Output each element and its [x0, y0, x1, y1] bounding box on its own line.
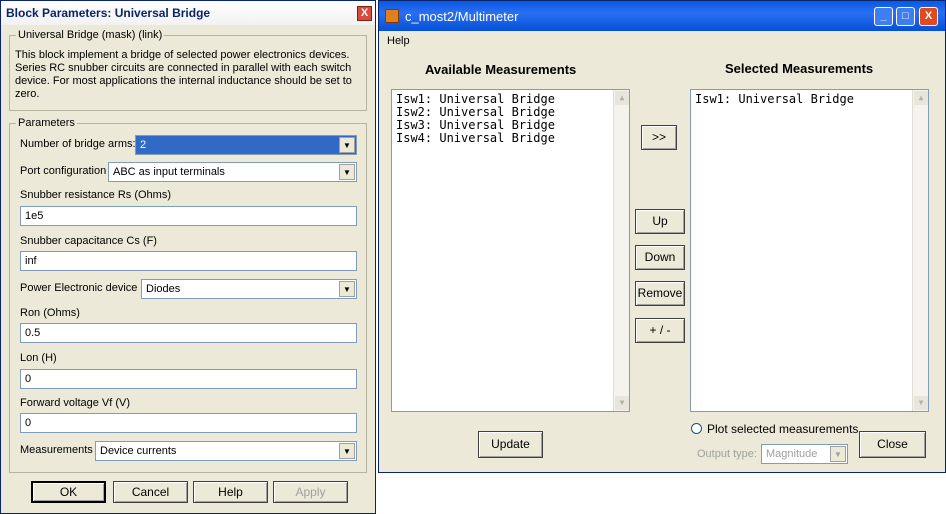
output-type-label: Output type: [697, 448, 757, 460]
ron-input[interactable]: 0.5 [20, 323, 357, 343]
ok-button[interactable]: OK [31, 481, 106, 503]
port-config-select[interactable]: ABC as input terminals ▼ [108, 162, 357, 182]
close-button[interactable]: Close [859, 431, 926, 458]
help-button[interactable]: Help [193, 481, 268, 503]
vf-input[interactable]: 0 [20, 413, 357, 433]
up-button[interactable]: Up [635, 209, 685, 234]
minimize-icon[interactable]: _ [874, 7, 893, 26]
scroll-up-icon[interactable]: ▲ [914, 91, 928, 105]
scroll-down-icon[interactable]: ▼ [914, 396, 928, 410]
ron-label: Ron (Ohms) [20, 307, 80, 319]
multimeter-window: c_most2/Multimeter _ □ X Help Available … [378, 0, 946, 473]
output-type-value: Magnitude [766, 448, 818, 460]
device-value: Diodes [146, 283, 181, 295]
device-label: Power Electronic device [20, 282, 138, 294]
chevron-down-icon[interactable]: ▼ [339, 281, 355, 297]
lon-input[interactable]: 0 [20, 369, 357, 389]
matlab-icon [385, 9, 399, 23]
available-heading: Available Measurements [425, 62, 577, 77]
remove-button[interactable]: Remove [635, 281, 685, 306]
measurements-select[interactable]: Device currents ▼ [95, 441, 357, 461]
snubber-rs-label: Snubber resistance Rs (Ohms) [20, 189, 171, 201]
bridge-arms-label: Number of bridge arms: [20, 138, 136, 150]
vf-label: Forward voltage Vf (V) [20, 397, 131, 409]
snubber-rs-input[interactable]: 1e5 [20, 206, 357, 226]
chevron-down-icon[interactable]: ▼ [830, 446, 846, 462]
lon-label: Lon (H) [20, 352, 57, 364]
plot-radio[interactable] [691, 423, 702, 434]
port-config-value: ABC as input terminals [113, 166, 225, 178]
port-config-label: Port configuration [20, 165, 107, 177]
list-item[interactable]: Isw4: Universal Bridge [396, 132, 625, 145]
plus-minus-button[interactable]: + / - [635, 318, 685, 343]
parameters-group-label: Parameters [18, 117, 75, 129]
maximize-icon[interactable]: □ [896, 7, 915, 26]
chevron-down-icon[interactable]: ▼ [339, 164, 355, 180]
apply-button[interactable]: Apply [273, 481, 348, 503]
bridge-arms-select[interactable]: 2 ▼ [135, 135, 357, 155]
plot-label: Plot selected measurements [707, 422, 859, 436]
block-description: This block implement a bridge of selecte… [15, 49, 352, 100]
scroll-up-icon[interactable]: ▲ [615, 91, 629, 105]
window-title: Block Parameters: Universal Bridge [1, 1, 375, 25]
chevron-down-icon[interactable]: ▼ [339, 443, 355, 459]
block-parameters-window: Block Parameters: Universal Bridge X Uni… [0, 0, 376, 514]
scroll-down-icon[interactable]: ▼ [615, 396, 629, 410]
window-title: c_most2/Multimeter [379, 1, 945, 31]
snubber-cs-label: Snubber capacitance Cs (F) [20, 235, 157, 247]
mask-group-label: Universal Bridge (mask) (link) [18, 29, 163, 41]
snubber-cs-input[interactable]: inf [20, 251, 357, 271]
device-select[interactable]: Diodes ▼ [141, 279, 357, 299]
selected-list[interactable]: Isw1: Universal Bridge ▲ ▼ [690, 89, 929, 412]
measurements-value: Device currents [100, 445, 177, 457]
output-type-select[interactable]: Magnitude ▼ [761, 444, 848, 464]
menu-help[interactable]: Help [387, 35, 410, 47]
cancel-button[interactable]: Cancel [113, 481, 188, 503]
close-icon[interactable]: X [919, 7, 938, 26]
scrollbar[interactable]: ▲ ▼ [912, 90, 928, 411]
available-list[interactable]: Isw1: Universal Bridge Isw2: Universal B… [391, 89, 630, 412]
measurements-label: Measurements [20, 444, 93, 456]
update-button[interactable]: Update [478, 431, 543, 458]
chevron-down-icon[interactable]: ▼ [339, 137, 355, 153]
list-item[interactable]: Isw1: Universal Bridge [695, 93, 924, 106]
down-button[interactable]: Down [635, 245, 685, 270]
close-icon[interactable]: X [357, 6, 372, 21]
selected-heading: Selected Measurements [725, 61, 874, 76]
add-button[interactable]: >> [641, 125, 677, 150]
bridge-arms-value: 2 [140, 139, 147, 151]
scrollbar[interactable]: ▲ ▼ [613, 90, 629, 411]
